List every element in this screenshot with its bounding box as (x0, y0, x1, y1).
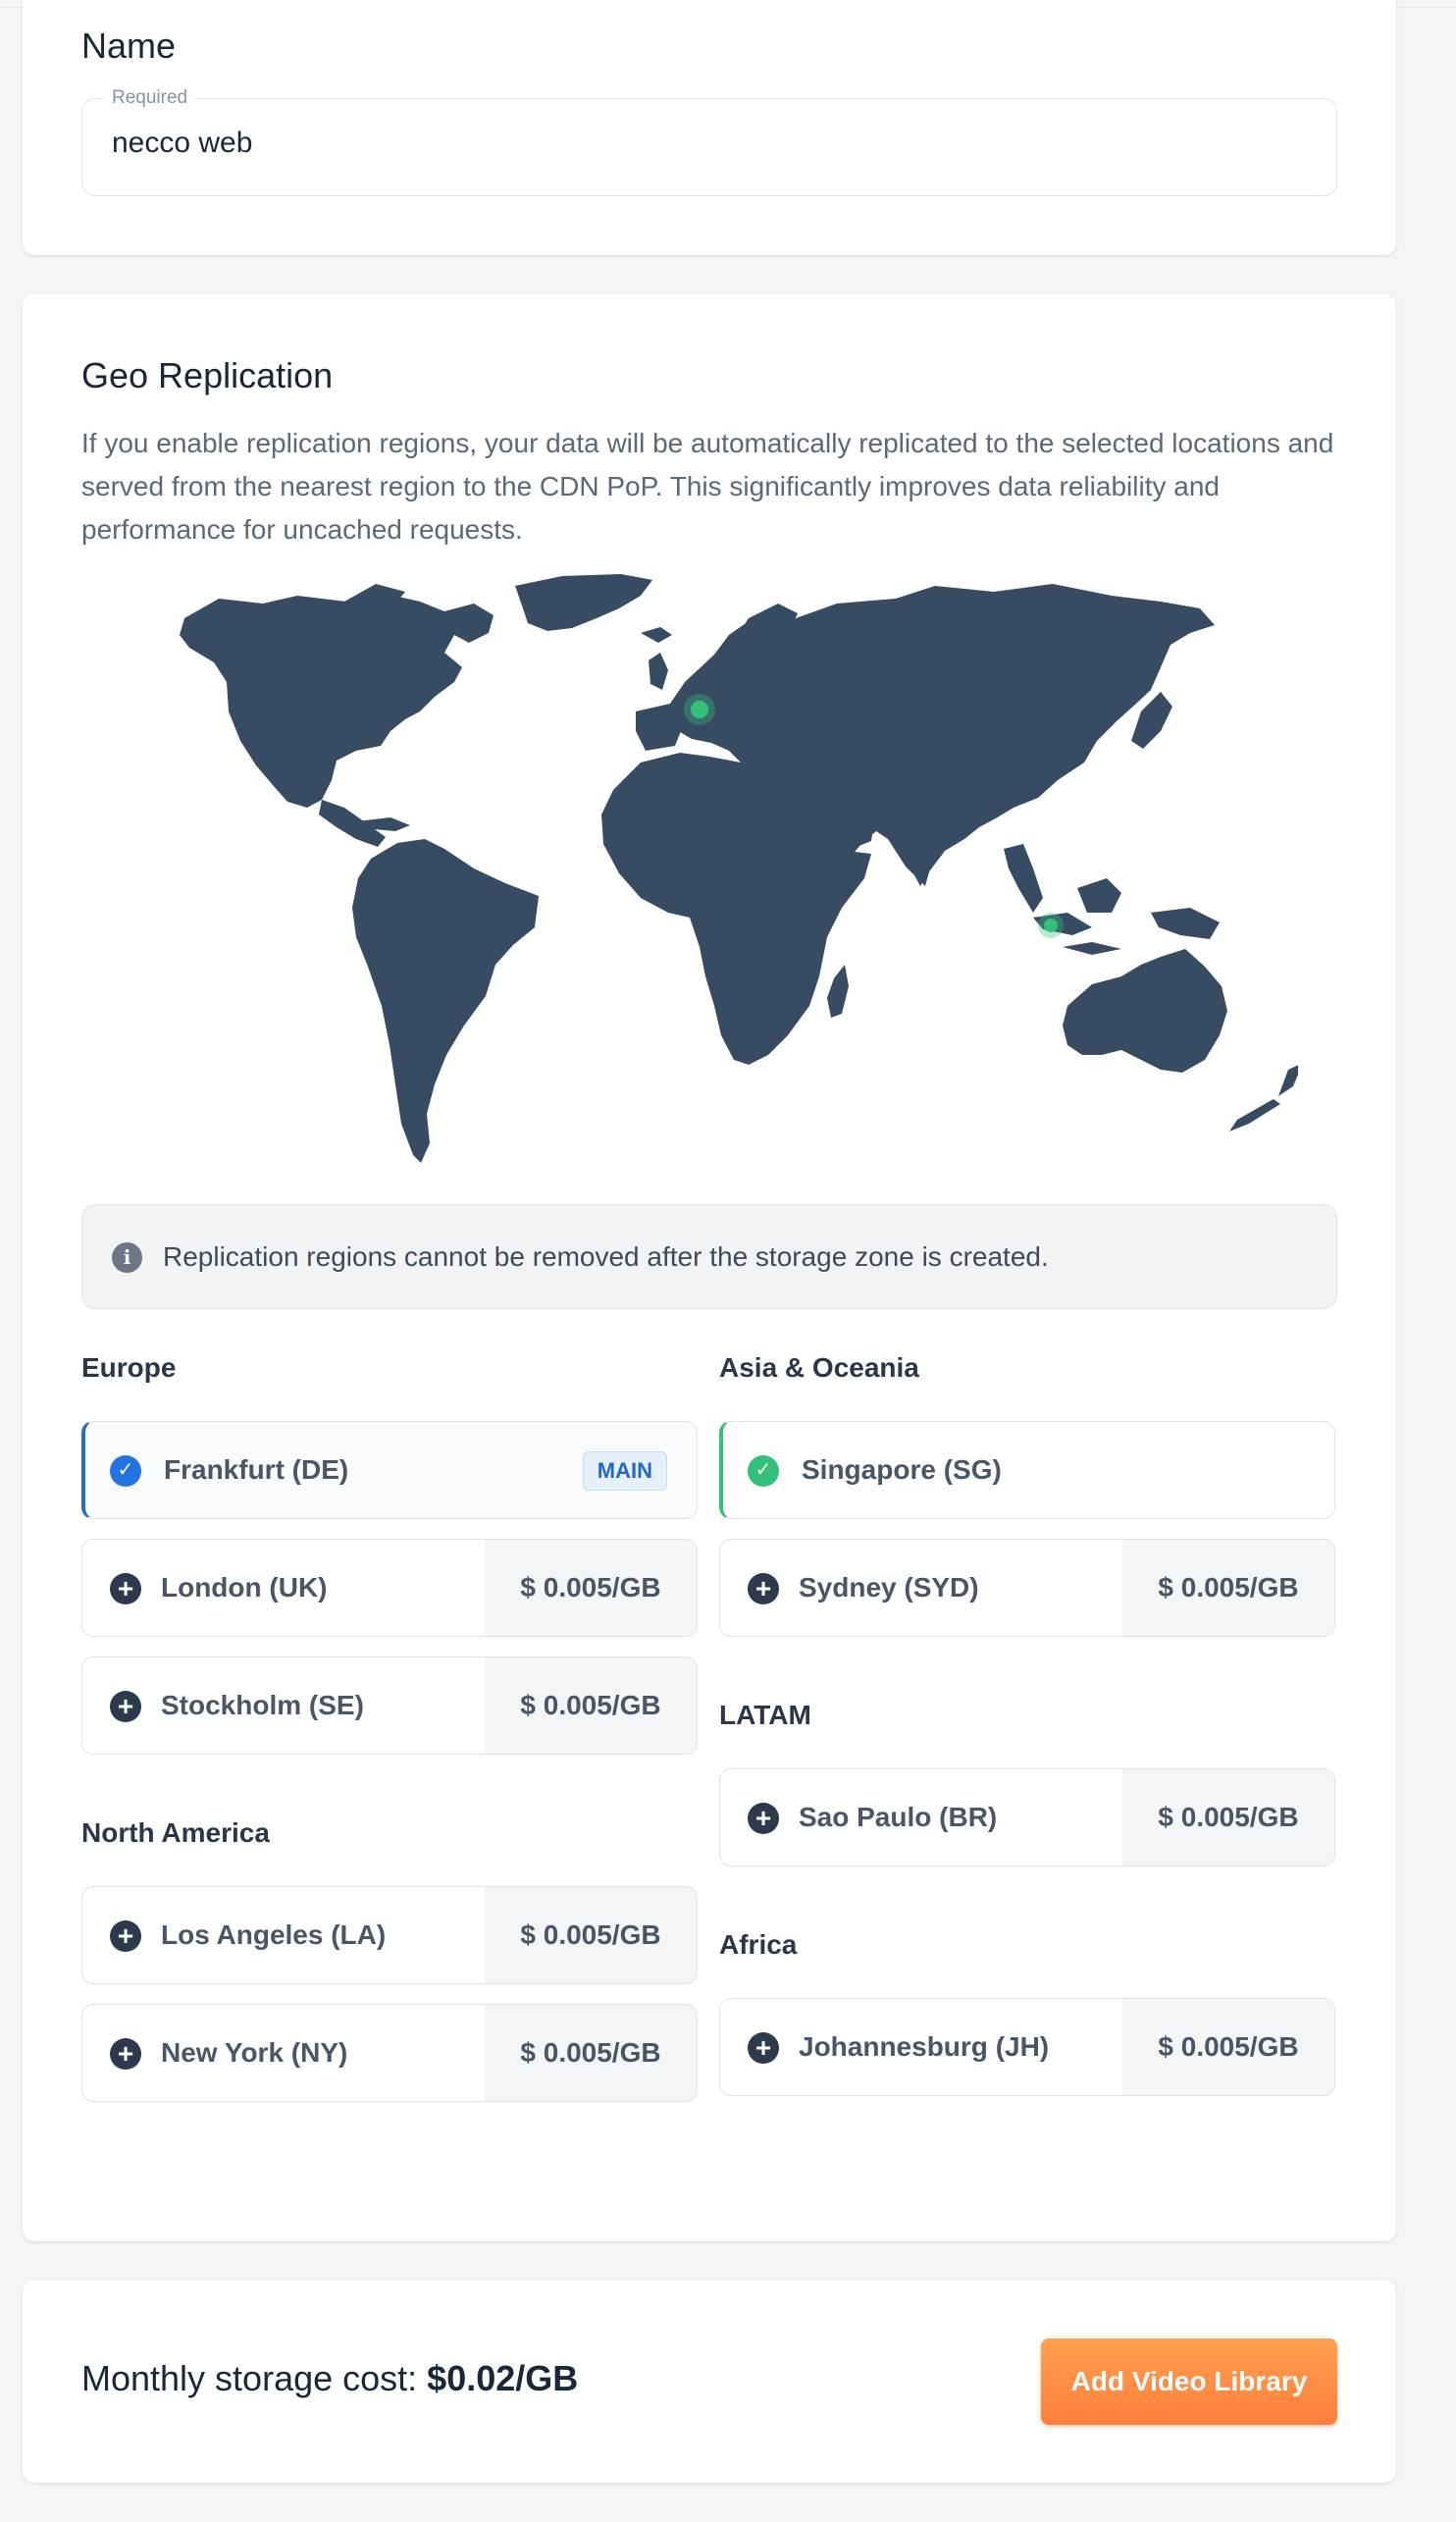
region-price: $ 0.005/GB (1122, 1999, 1334, 2095)
name-field-label: Required (104, 87, 196, 109)
region-label: Los Angeles (LA) (161, 1919, 387, 1950)
cost-value: $0.02/GB (427, 2358, 579, 2398)
name-field[interactable]: Required (81, 87, 1337, 196)
region-sao-paulo[interactable]: + Sao Paulo (BR) $ 0.005/GB (719, 1768, 1335, 1866)
arctic-island-shape (344, 584, 405, 604)
malay-peninsula-shape (1004, 844, 1043, 913)
replication-notice: i Replication regions cannot be removed … (81, 1204, 1337, 1309)
region-price: $ 0.005/GB (485, 1540, 697, 1636)
borneo-shape (1077, 878, 1121, 913)
region-label: London (UK) (161, 1572, 328, 1603)
region-group-latam: LATAM (719, 1700, 811, 1730)
region-label: Frankfurt (DE) (164, 1454, 349, 1485)
plus-circle-icon: + (110, 2038, 141, 2070)
australia-shape (1063, 949, 1227, 1073)
region-label: New York (NY) (161, 2037, 348, 2068)
notice-text: Replication regions cannot be removed af… (163, 1241, 1049, 1272)
geo-replication-title: Geo Replication (81, 355, 334, 395)
add-video-library-button[interactable]: Add Video Library (1041, 2338, 1337, 2425)
new-zealand-south-shape (1229, 1099, 1280, 1131)
plus-circle-icon: + (748, 1573, 779, 1604)
cost-card: Monthly storage cost: $0.02/GB Add Video… (23, 2280, 1396, 2483)
madagascar-shape (827, 965, 849, 1018)
region-johannesburg[interactable]: + Johannesburg (JH) $ 0.005/GB (719, 1998, 1335, 2096)
region-london[interactable]: + London (UK) $ 0.005/GB (81, 1539, 698, 1637)
name-card: Name Required (23, 0, 1396, 255)
check-circle-icon: ✓ (110, 1455, 141, 1487)
plus-circle-icon: + (748, 2032, 779, 2064)
name-input[interactable] (112, 127, 1289, 160)
region-label: Stockholm (SE) (161, 1690, 364, 1720)
new-zealand-north-shape (1278, 1065, 1298, 1096)
main-badge: MAIN (582, 1451, 667, 1491)
geo-replication-description: If you enable replication regions, your … (81, 428, 1334, 545)
geo-replication-card: Geo Replication If you enable replicatio… (23, 294, 1396, 2241)
plus-circle-icon: + (110, 1691, 141, 1722)
region-price: $ 0.005/GB (1122, 1769, 1334, 1865)
north-america-shape (180, 594, 494, 808)
check-circle-icon: ✓ (748, 1455, 779, 1487)
region-stockholm[interactable]: + Stockholm (SE) $ 0.005/GB (81, 1656, 698, 1755)
region-label: Sydney (SYD) (799, 1572, 979, 1603)
singapore-marker (1038, 913, 1064, 938)
monthly-storage-cost: Monthly storage cost: $0.02/GB (81, 2358, 578, 2399)
world-map (180, 574, 1298, 1163)
region-price: $ 0.005/GB (485, 1657, 697, 1754)
region-price: $ 0.005/GB (1122, 1540, 1334, 1636)
info-icon: i (112, 1242, 142, 1273)
region-sydney[interactable]: + Sydney (SYD) $ 0.005/GB (719, 1539, 1335, 1637)
cost-label: Monthly storage cost: (81, 2358, 428, 2398)
frankfurt-marker (684, 694, 715, 725)
region-label: Sao Paulo (BR) (799, 1802, 998, 1832)
map-land (180, 574, 1298, 1163)
region-group-north-america: North America (81, 1817, 270, 1848)
south-america-shape (352, 839, 539, 1163)
region-group-africa: Africa (719, 1929, 798, 1960)
greenland-shape (515, 574, 652, 631)
plus-circle-icon: + (748, 1803, 779, 1834)
java-shape (1063, 942, 1121, 955)
region-new-york[interactable]: + New York (NY) $ 0.005/GB (81, 2004, 698, 2102)
plus-circle-icon: + (110, 1920, 141, 1952)
region-group-europe: Europe (81, 1352, 177, 1383)
region-singapore[interactable]: ✓ Singapore (SG) (719, 1421, 1335, 1519)
region-los-angeles[interactable]: + Los Angeles (LA) $ 0.005/GB (81, 1886, 698, 1984)
region-price: $ 0.005/GB (485, 1887, 697, 1983)
uk-shape (649, 653, 668, 690)
iceland-shape (641, 627, 672, 643)
region-price: $ 0.005/GB (485, 2005, 697, 2101)
plus-circle-icon: + (110, 1573, 141, 1604)
region-group-asia-oceania: Asia & Oceania (719, 1352, 919, 1383)
name-section-title: Name (81, 26, 177, 66)
new-guinea-shape (1151, 908, 1220, 939)
region-frankfurt[interactable]: ✓ Frankfurt (DE) MAIN (81, 1421, 698, 1519)
region-label: Johannesburg (JH) (799, 2031, 1050, 2062)
region-label: Singapore (SG) (802, 1454, 1002, 1485)
